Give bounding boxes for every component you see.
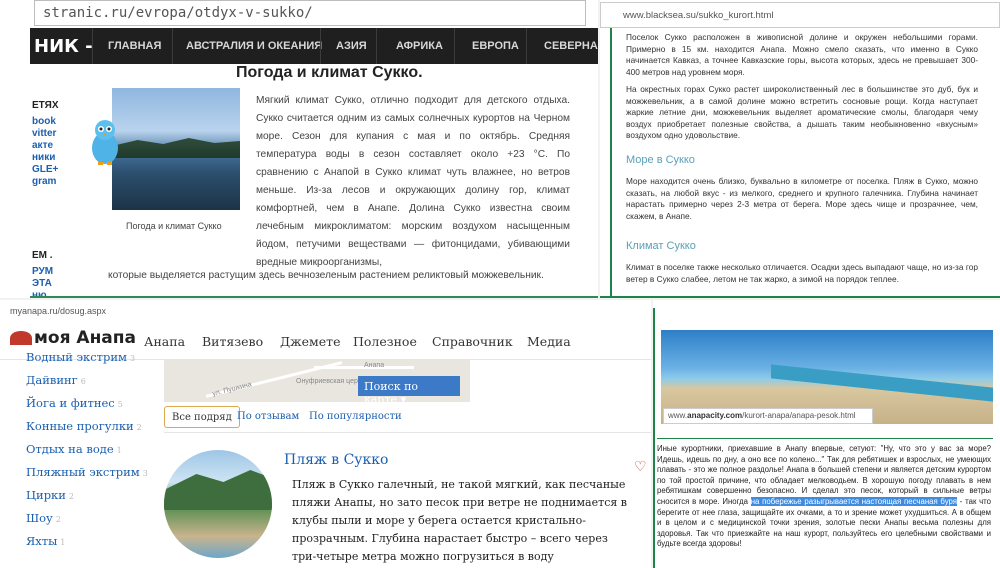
category-item[interactable]: Шоу 2 xyxy=(26,511,61,525)
blacksea-panel: www.blacksea.su/sukko_kurort.html Посело… xyxy=(600,0,1000,298)
category-item[interactable]: Водный экстрим 3 xyxy=(26,350,135,364)
sidebar-heading: ЕТЯХ xyxy=(32,100,59,111)
sidebar-link[interactable]: ЭТА xyxy=(32,278,52,289)
social-link[interactable]: ники xyxy=(32,152,55,163)
hills-shape xyxy=(112,138,240,158)
nav-divider xyxy=(172,28,173,64)
site-logo[interactable]: моя Анапа xyxy=(10,328,136,348)
paragraph: Море находится очень близко, буквально в… xyxy=(626,176,978,221)
anapacity-panel: www.anapacity.com/kurort-anapa/anapa-pes… xyxy=(653,300,1000,568)
nav-item-reference[interactable]: Справочник xyxy=(432,334,513,349)
category-item[interactable]: Пляжный экстрим 3 xyxy=(26,465,148,479)
mountain-shape xyxy=(164,470,272,510)
article-text: Иные курортники, приехавшие в Анапу впер… xyxy=(657,444,991,549)
place-title[interactable]: Пляж в Сукко xyxy=(284,452,388,468)
divider xyxy=(164,432,651,433)
nav-item-anapa[interactable]: Анапа xyxy=(144,334,185,349)
page-title: Погода и климат Сукко. xyxy=(236,64,423,81)
nav-divider xyxy=(454,28,455,64)
paragraph: На окрестных горах Сукко растет широколи… xyxy=(626,84,978,141)
tab-by-reviews[interactable]: По отзывам xyxy=(230,406,306,428)
chevron-down-icon: ▾ xyxy=(400,393,407,406)
category-item[interactable]: Яхты 1 xyxy=(26,534,65,548)
nav-divider xyxy=(526,28,527,64)
category-item[interactable]: Отдых на воде 1 xyxy=(26,442,122,456)
tab-all[interactable]: Все подряд xyxy=(164,406,240,428)
tab-by-popularity[interactable]: По популярности xyxy=(302,406,409,428)
address-bar[interactable]: stranic.ru/evropa/otdyx-v-sukko/ xyxy=(34,0,586,26)
divider xyxy=(30,296,598,298)
address-bar[interactable]: www.blacksea.su/sukko_kurort.html xyxy=(600,2,1000,28)
divider xyxy=(657,438,993,439)
nav-item-africa[interactable]: АФРИКА xyxy=(396,40,443,52)
beach-thumbnail[interactable] xyxy=(164,450,272,558)
place-description: Пляж в Сукко галечный, не такой мягкий, … xyxy=(292,478,627,563)
map-search-button[interactable]: Поиск по карте ▾ xyxy=(358,376,460,406)
category-item[interactable]: Йога и фитнес 5 xyxy=(26,396,123,410)
lake-photo xyxy=(112,88,240,210)
main-nav: НИК - ГЛАВНАЯ АВСТРАЛИЯ И ОКЕАНИЯ АЗИЯ А… xyxy=(30,28,598,64)
sidebar-heading: ЕМ . xyxy=(32,250,53,261)
sidebar-link[interactable]: РУМ xyxy=(32,266,53,277)
social-link[interactable]: book xyxy=(32,116,56,127)
nav-item-home[interactable]: ГЛАВНАЯ xyxy=(108,40,161,52)
logo-icon xyxy=(10,331,32,345)
nav-item-useful[interactable]: Полезное xyxy=(353,334,417,349)
nav-item-australia[interactable]: АВСТРАЛИЯ И ОКЕАНИЯ xyxy=(186,40,322,52)
divider xyxy=(600,296,1000,298)
paragraph: Климат в поселке также несколько отличае… xyxy=(626,262,978,284)
nav-item-vityazevo[interactable]: Витязево xyxy=(202,334,263,349)
nav-item-dzhemete[interactable]: Джемете xyxy=(280,334,341,349)
section-heading: Климат Сукко xyxy=(626,240,696,252)
twitter-bird-icon[interactable] xyxy=(88,118,122,166)
nav-divider xyxy=(320,28,321,64)
social-link[interactable]: gram xyxy=(32,176,56,187)
social-link[interactable]: GLE+ xyxy=(32,164,58,175)
highlighted-text: на побережье разыгрывается настоящая пес… xyxy=(750,496,958,506)
logo-text: моя Анапа xyxy=(34,328,136,348)
nav-item-asia[interactable]: АЗИЯ xyxy=(336,40,367,52)
myanapa-panel: myanapa.ru/dosug.aspx моя Анапа Анапа Ви… xyxy=(0,300,651,568)
site-logo[interactable]: НИК - xyxy=(34,36,93,57)
nav-item-media[interactable]: Медиа xyxy=(527,334,571,349)
paragraph: Поселок Сукко расположен в живописной до… xyxy=(626,32,978,77)
category-item[interactable]: Конные прогулки 2 xyxy=(26,419,142,433)
photo-caption: Погода и климат Сукко xyxy=(126,221,222,231)
nav-item-north[interactable]: СЕВЕРНА xyxy=(544,40,598,52)
category-item[interactable]: Цирки 2 xyxy=(26,488,74,502)
water-shape xyxy=(771,364,993,402)
article-text: Мягкий климат Сукко, отлично подходит дл… xyxy=(256,95,570,268)
map-label: Анапа xyxy=(364,362,385,369)
content-frame: Поселок Сукко расположен в живописной до… xyxy=(610,28,978,296)
social-link[interactable]: акте xyxy=(32,140,53,151)
article-text-last-line: которые выделяется растущим здесь вечноз… xyxy=(108,270,544,281)
nav-item-europe[interactable]: ЕВРОПА xyxy=(472,40,519,52)
map-label: ул. Пушкина xyxy=(211,381,253,398)
address-bar[interactable]: myanapa.ru/dosug.aspx xyxy=(0,306,651,320)
heart-icon[interactable]: ♡ xyxy=(634,458,647,475)
section-heading: Море в Сукко xyxy=(626,154,695,166)
nav-divider xyxy=(92,28,93,64)
social-link[interactable]: vitter xyxy=(32,128,56,139)
stranic-panel: stranic.ru/evropa/otdyx-v-sukko/ НИК - Г… xyxy=(0,0,598,298)
address-bar[interactable]: www.anapacity.com/kurort-anapa/anapa-pes… xyxy=(663,408,873,424)
nav-divider xyxy=(376,28,377,64)
share-sidebar: ЕТЯХ book vitter акте ники GLE+ gram ЕМ … xyxy=(30,64,90,298)
category-item[interactable]: Дайвинг 6 xyxy=(26,373,86,387)
